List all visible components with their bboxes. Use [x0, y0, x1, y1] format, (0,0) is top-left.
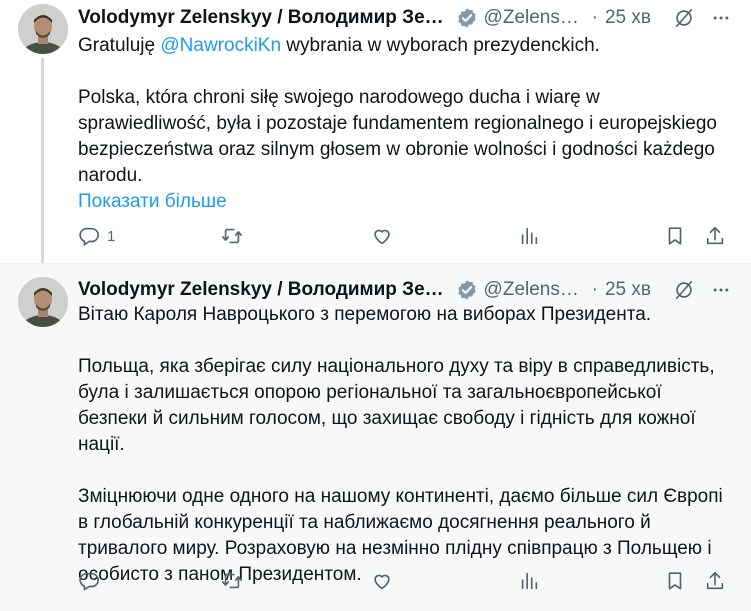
tweet-header: Volodymyr Zelenskyy / Володимир Зеле… @Z… [78, 277, 731, 303]
bookmark-button[interactable] [664, 566, 686, 596]
retweet-button[interactable] [221, 566, 250, 596]
bookmark-icon [668, 572, 682, 590]
retweet-icon [222, 573, 242, 589]
author-handle[interactable]: @Zelensk… [484, 7, 584, 29]
verified-badge-icon[interactable] [456, 279, 478, 301]
tweet-paragraph: Polska, która chroni siłę swojego narodo… [78, 87, 717, 186]
timestamp[interactable]: 25 хв [605, 279, 651, 301]
thread-connector-line [41, 58, 44, 263]
grok-icon[interactable] [673, 7, 695, 29]
tweet-header: Volodymyr Zelenskyy / Володимир Зеле… @Z… [78, 5, 731, 31]
share-icon [706, 226, 724, 245]
tweet-actions [78, 566, 728, 596]
tweet-text: Gratuluję @NawrockiKn wybrania w wyborac… [78, 33, 728, 215]
timestamp[interactable]: 25 хв [605, 7, 651, 29]
bookmark-icon [668, 227, 682, 245]
text-span: wybrania w wyborach prezydenckich. [281, 35, 600, 56]
separator-dot: · [591, 279, 598, 300]
retweet-icon [222, 228, 242, 244]
reply-button[interactable]: 1 [78, 221, 115, 251]
grok-icon[interactable] [673, 279, 695, 301]
author-avatar[interactable] [18, 4, 68, 54]
like-button[interactable] [371, 221, 400, 251]
author-name[interactable]: Volodymyr Zelenskyy / Володимир Зеле… [78, 279, 449, 301]
share-icon [706, 571, 724, 590]
reply-count: 1 [107, 227, 116, 245]
tweet-paragraph: Вітаю Кароля Навроцького з перемогою на … [78, 304, 652, 325]
reply-icon [79, 227, 99, 246]
text-span: Gratuluję [78, 35, 161, 56]
reply-icon [79, 572, 99, 591]
share-button[interactable] [704, 221, 726, 251]
more-icon[interactable] [711, 280, 731, 300]
tweet-actions: 1 [78, 221, 728, 251]
views-button[interactable] [518, 566, 547, 596]
more-icon[interactable] [711, 8, 731, 28]
tweet-paragraph: Польща, яка зберігає силу національного … [78, 356, 715, 455]
tweet-text: Вітаю Кароля Навроцького з перемогою на … [78, 302, 728, 588]
show-more-link[interactable]: Показати більше [78, 189, 728, 215]
bookmark-button[interactable] [664, 221, 686, 251]
views-icon [521, 572, 538, 590]
tweet-paragraph: Gratuluję @NawrockiKn wybrania w wyborac… [78, 33, 728, 59]
views-icon [521, 227, 538, 245]
views-button[interactable] [518, 221, 547, 251]
like-icon [374, 229, 390, 245]
retweet-button[interactable] [221, 221, 250, 251]
author-handle[interactable]: @Zelensk… [484, 279, 584, 301]
zelenskyy-avatar-image [18, 4, 68, 54]
share-button[interactable] [704, 566, 726, 596]
like-icon [374, 574, 390, 590]
separator-dot: · [591, 7, 598, 28]
like-button[interactable] [371, 566, 400, 596]
tweet-1[interactable]: Volodymyr Zelenskyy / Володимир Зеле… @Z… [0, 0, 751, 263]
zelenskyy-avatar-image [18, 277, 68, 327]
mention-link[interactable]: @NawrockiKn [160, 35, 281, 56]
author-avatar[interactable] [18, 277, 68, 327]
reply-button[interactable] [78, 566, 107, 596]
verified-badge-icon[interactable] [456, 7, 478, 29]
author-name[interactable]: Volodymyr Zelenskyy / Володимир Зеле… [78, 7, 449, 29]
